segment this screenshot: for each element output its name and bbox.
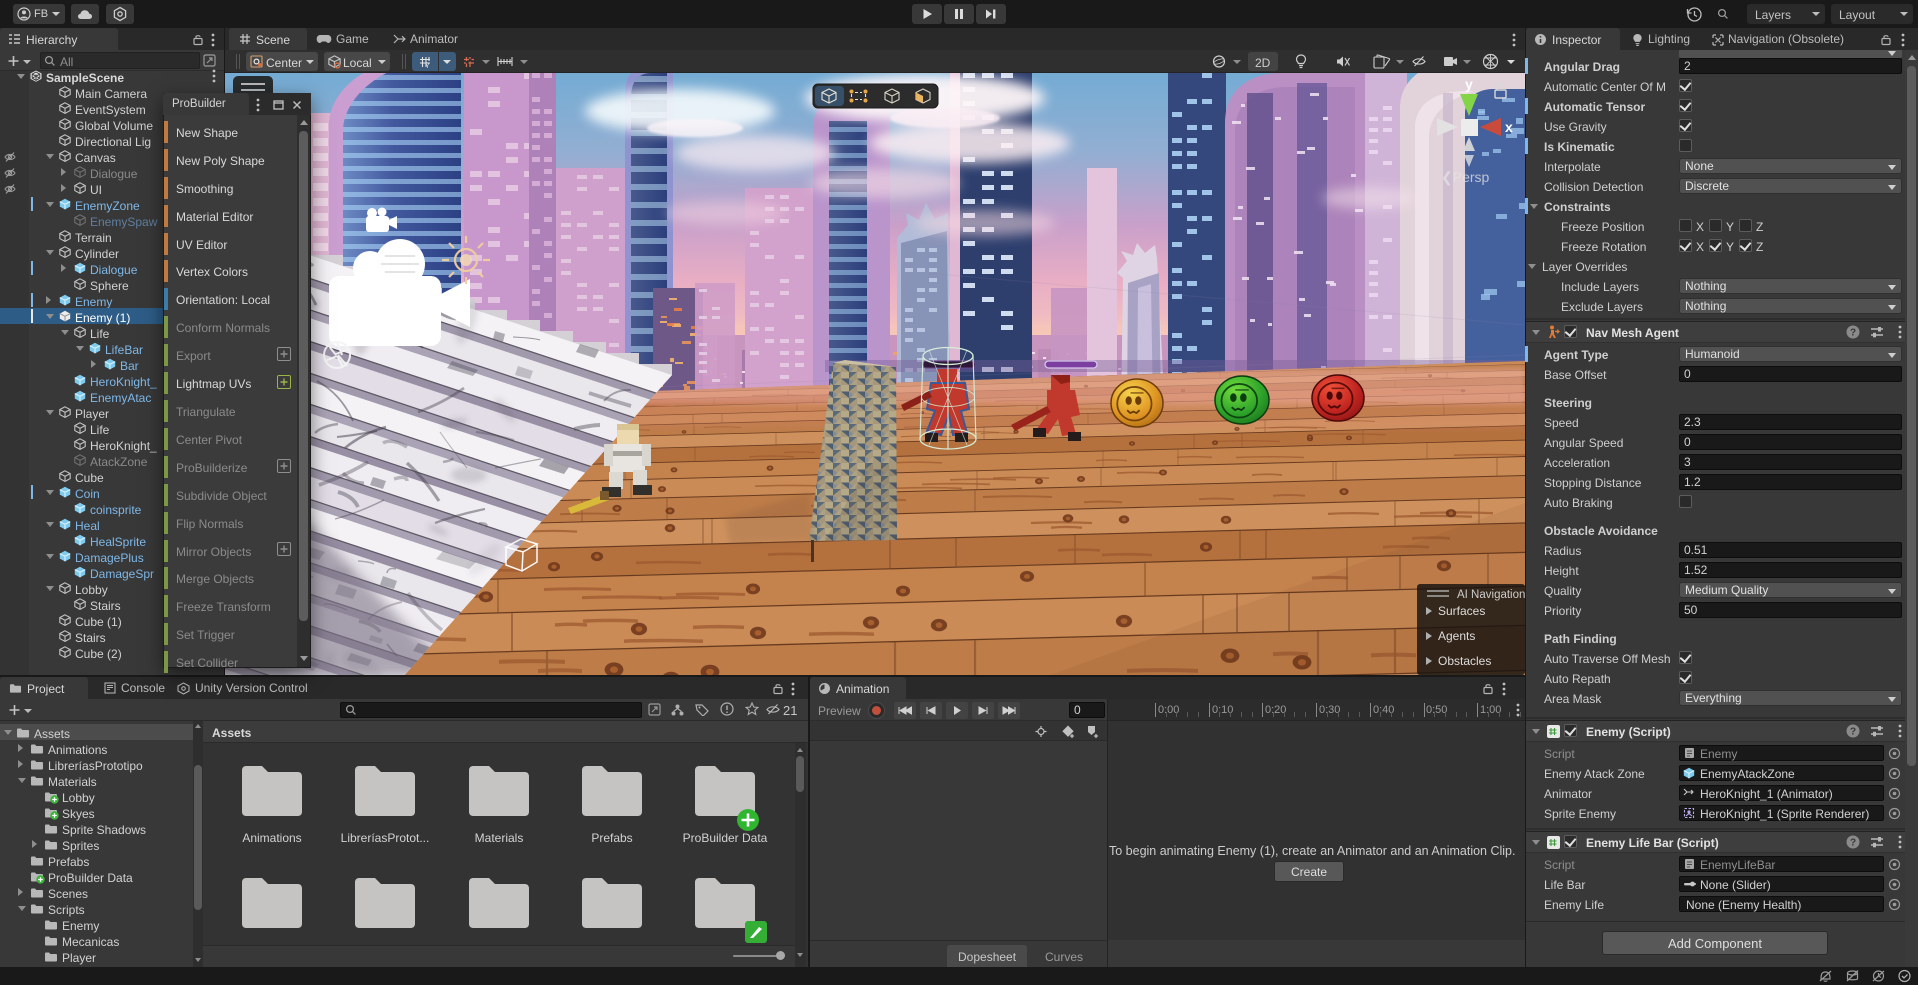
svg-text:AI Navigation: AI Navigation	[1457, 589, 1525, 601]
svg-text:Y: Y	[425, 63, 430, 69]
svg-text:y: y	[1465, 76, 1473, 92]
svg-text:?: ?	[1850, 328, 1856, 339]
svg-text:?: ?	[1850, 838, 1856, 849]
svg-text:Agents: Agents	[1438, 629, 1475, 643]
svg-text:❮Persp: ❮Persp	[1441, 169, 1490, 186]
svg-text:Surfaces: Surfaces	[1438, 604, 1485, 618]
svg-text:x: x	[1505, 119, 1513, 135]
svg-text:?: ?	[1850, 727, 1856, 738]
svg-text:Obstacles: Obstacles	[1438, 654, 1491, 668]
